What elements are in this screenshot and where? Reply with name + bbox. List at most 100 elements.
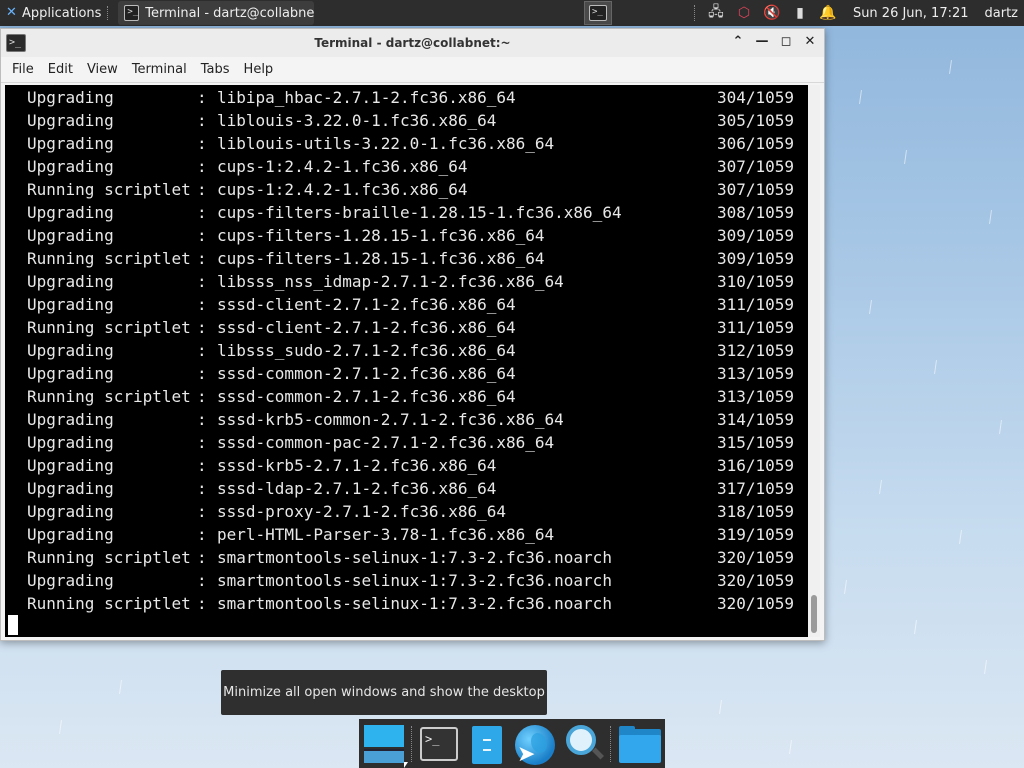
dock-app-finder-launcher[interactable] bbox=[562, 723, 605, 765]
search-icon-handle bbox=[591, 747, 605, 760]
terminal-line-colon: : bbox=[197, 364, 207, 383]
package-update-icon[interactable]: ⬡ bbox=[735, 5, 753, 21]
scrollbar-thumb[interactable] bbox=[811, 595, 817, 633]
terminal-line-package: sssd-client-2.7.1-2.fc36.x86_64 bbox=[217, 295, 516, 314]
dock-file-manager-launcher[interactable] bbox=[618, 723, 661, 765]
terminal-line-package: sssd-krb5-2.7.1-2.fc36.x86_64 bbox=[217, 456, 497, 475]
terminal-line-colon: : bbox=[197, 180, 207, 199]
terminal-line-action: Upgrading bbox=[27, 502, 114, 521]
terminal-line-action: Upgrading bbox=[27, 88, 114, 107]
taskbar-window-title: Terminal - dartz@collabne... bbox=[145, 5, 315, 21]
applications-label: Applications bbox=[22, 5, 102, 21]
dock-text-editor-launcher[interactable] bbox=[466, 723, 508, 765]
terminal-line-action: Upgrading bbox=[27, 525, 114, 544]
terminal-line-progress: 309/1059 bbox=[717, 249, 795, 268]
network-icon[interactable]: 🖧 bbox=[707, 1, 725, 25]
dock-separator bbox=[610, 726, 611, 762]
text-editor-icon-line bbox=[483, 749, 491, 751]
terminal-line-colon: : bbox=[197, 410, 207, 429]
terminal-line-progress: 320/1059 bbox=[717, 571, 795, 590]
dock-terminal-launcher[interactable]: >_ bbox=[418, 723, 460, 765]
terminal-line-colon: : bbox=[197, 525, 207, 544]
clock[interactable]: Sun 26 Jun, 17:21 bbox=[853, 6, 969, 21]
terminal-window-icon[interactable]: >_ bbox=[6, 34, 26, 52]
battery-icon[interactable]: ▮ bbox=[791, 5, 809, 21]
terminal-line-colon: : bbox=[197, 226, 207, 245]
terminal-scrollbar[interactable] bbox=[808, 85, 820, 637]
text-editor-icon-line bbox=[483, 739, 491, 741]
terminal-line-colon: : bbox=[197, 479, 207, 498]
terminal-line-action: Upgrading bbox=[27, 341, 114, 360]
tray-separator bbox=[693, 5, 695, 21]
terminal-line-progress: 310/1059 bbox=[717, 272, 795, 291]
close-button[interactable]: ✕ bbox=[802, 33, 818, 51]
dock: >_ ➤ bbox=[359, 719, 665, 768]
terminal-line-package: sssd-proxy-2.7.1-2.fc36.x86_64 bbox=[217, 502, 506, 521]
terminal-icon: >_ bbox=[420, 727, 458, 761]
terminal-line-colon: : bbox=[197, 571, 207, 590]
terminal-line-progress: 309/1059 bbox=[717, 226, 795, 245]
menu-help[interactable]: Help bbox=[237, 62, 281, 77]
workspace-switcher[interactable]: >_ bbox=[584, 1, 612, 25]
terminal-line-progress: 313/1059 bbox=[717, 387, 795, 406]
terminal-line-colon: : bbox=[197, 433, 207, 452]
terminal-line-action: Running scriptlet bbox=[27, 594, 191, 613]
menu-edit[interactable]: Edit bbox=[41, 62, 80, 77]
system-tray: 🖧 ⬡ 🔇 ▮ 🔔 Sun 26 Jun, 17:21 dartz bbox=[693, 0, 1024, 26]
terminal-cursor bbox=[8, 615, 18, 635]
panel-separator bbox=[107, 6, 109, 20]
terminal-line-action: Upgrading bbox=[27, 433, 114, 452]
minimize-button[interactable]: — bbox=[754, 33, 770, 51]
dock-separator bbox=[411, 726, 412, 762]
terminal-line-progress: 306/1059 bbox=[717, 134, 795, 153]
terminal-line-progress: 312/1059 bbox=[717, 341, 795, 360]
terminal-line-colon: : bbox=[197, 111, 207, 130]
menu-tabs[interactable]: Tabs bbox=[194, 62, 237, 77]
terminal-line-action: Upgrading bbox=[27, 111, 114, 130]
volume-muted-icon[interactable]: 🔇 bbox=[763, 5, 781, 21]
terminal-line-colon: : bbox=[197, 456, 207, 475]
terminal-line-package: liblouis-utils-3.22.0-1.fc36.x86_64 bbox=[217, 134, 555, 153]
terminal-line-progress: 307/1059 bbox=[717, 157, 795, 176]
mouse-pointer bbox=[404, 762, 408, 768]
terminal-line-colon: : bbox=[197, 341, 207, 360]
applications-menu[interactable]: ✕ Applications bbox=[0, 0, 114, 26]
terminal-line-action: Upgrading bbox=[27, 272, 114, 291]
terminal-line-progress: 315/1059 bbox=[717, 433, 795, 452]
user-menu[interactable]: dartz bbox=[985, 6, 1018, 21]
terminal-line-action: Upgrading bbox=[27, 410, 114, 429]
window-titlebar[interactable]: >_ Terminal - dartz@collabnet:~ ⌃ — ◻ ✕ bbox=[1, 29, 824, 57]
notification-bell-icon[interactable]: 🔔 bbox=[819, 5, 837, 21]
menu-terminal[interactable]: Terminal bbox=[125, 62, 194, 77]
maximize-button[interactable]: ◻ bbox=[778, 33, 794, 51]
terminal-line-progress: 316/1059 bbox=[717, 456, 795, 475]
terminal-line-progress: 314/1059 bbox=[717, 410, 795, 429]
terminal-line-action: Upgrading bbox=[27, 134, 114, 153]
terminal-line-package: smartmontools-selinux-1:7.3-2.fc36.noarc… bbox=[217, 548, 612, 567]
show-desktop-icon bbox=[364, 725, 404, 747]
window-controls: ⌃ — ◻ ✕ bbox=[730, 33, 818, 51]
terminal-icon: >_ bbox=[124, 5, 140, 21]
terminal-line-action: Upgrading bbox=[27, 226, 114, 245]
terminal-line-progress: 311/1059 bbox=[717, 295, 795, 314]
shade-button[interactable]: ⌃ bbox=[730, 33, 746, 51]
terminal-line-package: cups-filters-1.28.15-1.fc36.x86_64 bbox=[217, 249, 545, 268]
show-desktop-button[interactable] bbox=[362, 723, 404, 765]
menu-view[interactable]: View bbox=[80, 62, 125, 77]
text-editor-icon bbox=[472, 726, 502, 764]
terminal-line-colon: : bbox=[197, 318, 207, 337]
terminal-output[interactable]: Upgrading: libipa_hbac-2.7.1-2.fc36.x86_6… bbox=[5, 85, 808, 637]
menu-file[interactable]: File bbox=[5, 62, 41, 77]
terminal-line-progress: 313/1059 bbox=[717, 364, 795, 383]
terminal-line-package: smartmontools-selinux-1:7.3-2.fc36.noarc… bbox=[217, 571, 612, 590]
terminal-line-colon: : bbox=[197, 88, 207, 107]
terminal-line-package: libsss_sudo-2.7.1-2.fc36.x86_64 bbox=[217, 341, 516, 360]
taskbar-terminal-button[interactable]: >_ Terminal - dartz@collabne... bbox=[118, 1, 315, 25]
show-desktop-icon-base bbox=[364, 749, 404, 763]
terminal-line-package: sssd-client-2.7.1-2.fc36.x86_64 bbox=[217, 318, 516, 337]
terminal-line-colon: : bbox=[197, 203, 207, 222]
dock-web-browser-launcher[interactable]: ➤ bbox=[513, 723, 555, 766]
terminal-line-colon: : bbox=[197, 134, 207, 153]
menu-bar: File Edit View Terminal Tabs Help bbox=[1, 57, 824, 83]
terminal-line-action: Upgrading bbox=[27, 479, 114, 498]
